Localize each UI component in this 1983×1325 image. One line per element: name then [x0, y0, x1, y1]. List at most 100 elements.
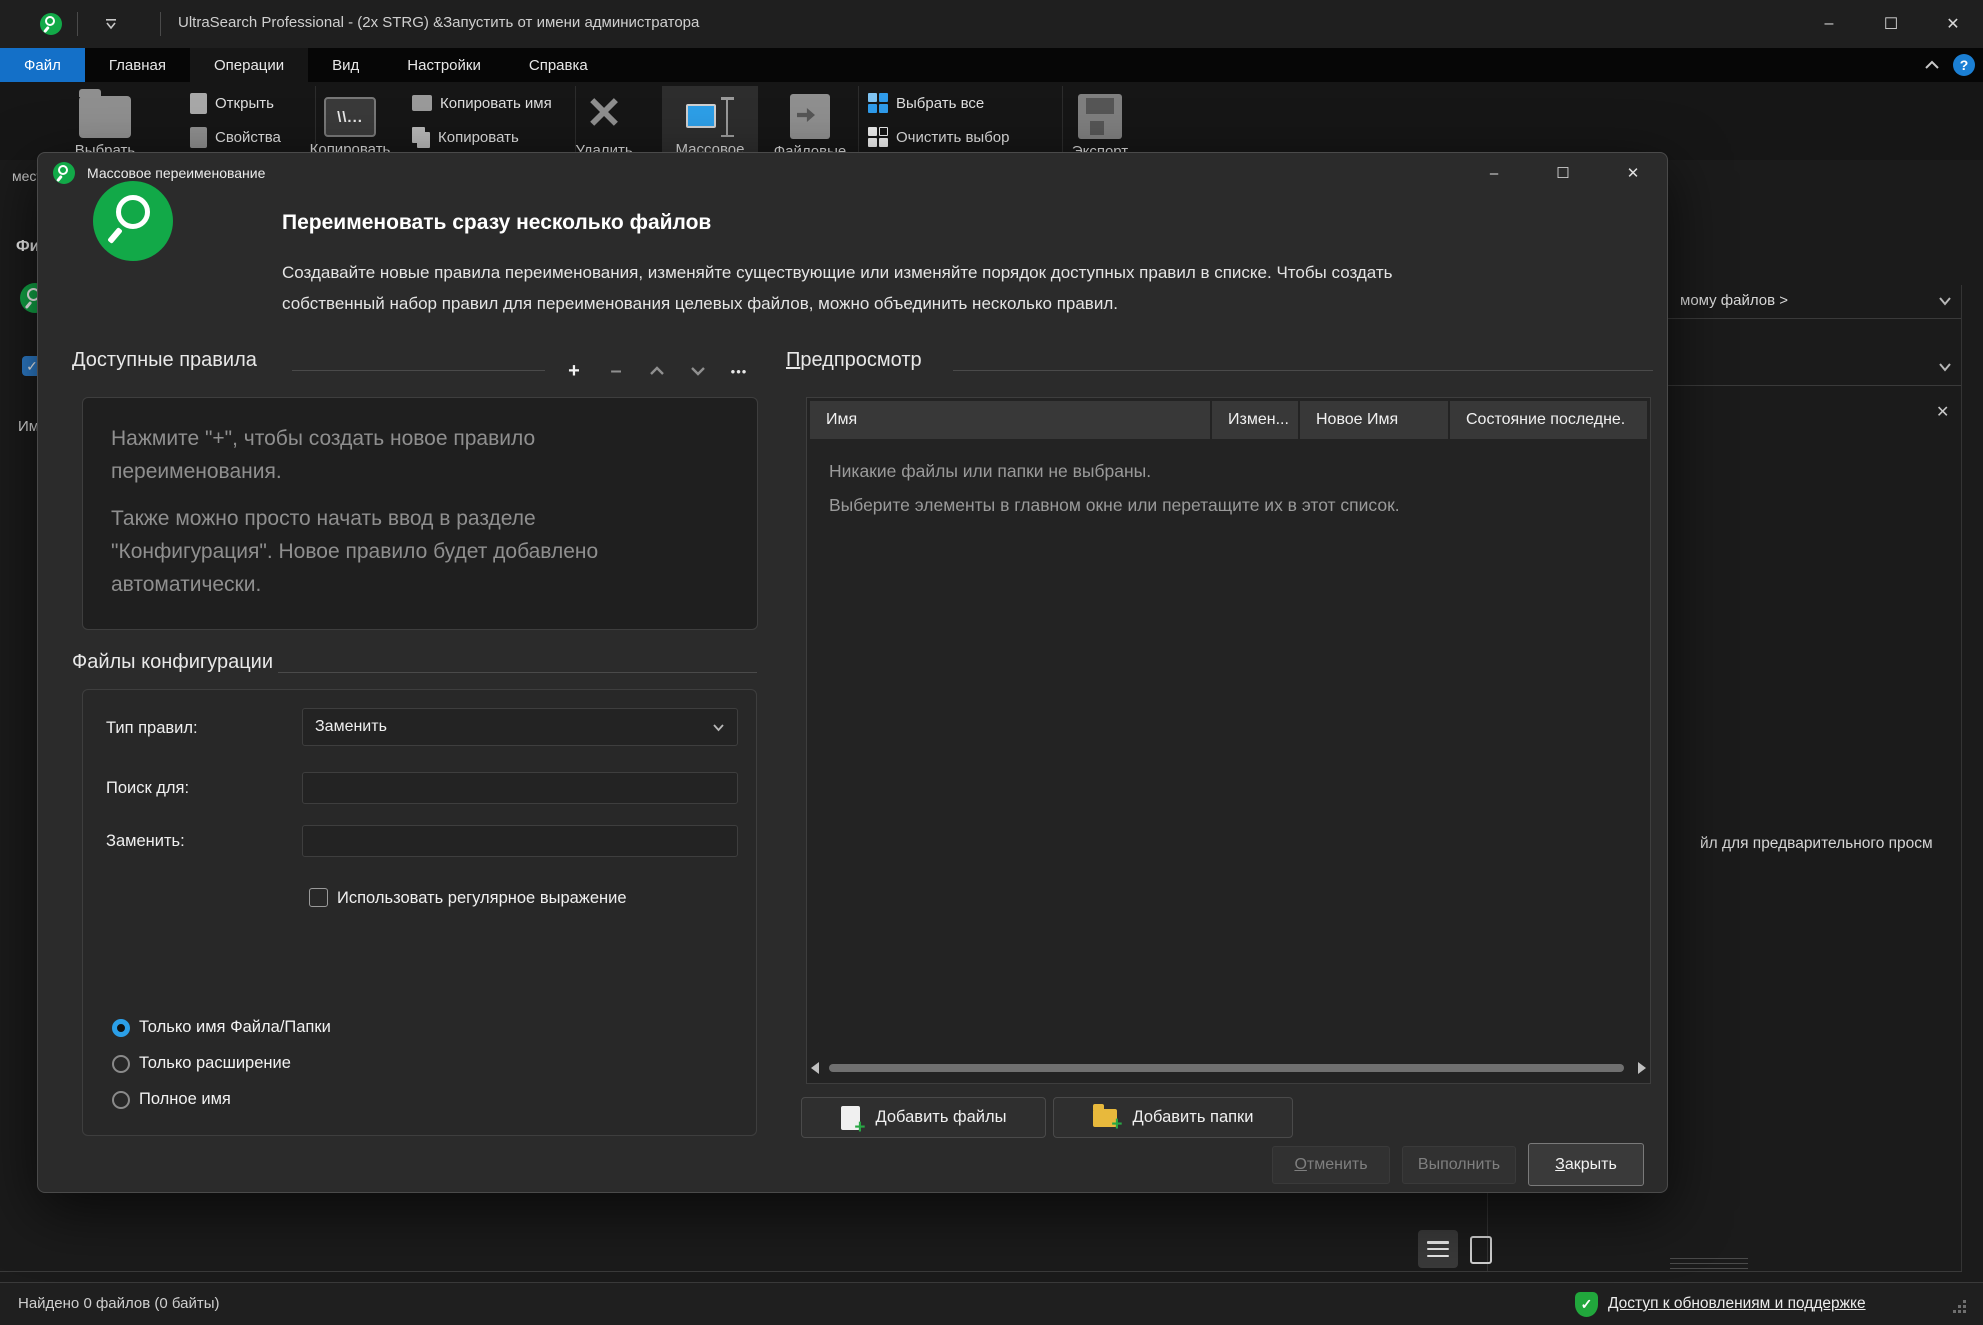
search-for-input[interactable]	[302, 772, 738, 804]
column-header-last-status[interactable]: Состояние последне.	[1450, 401, 1647, 439]
replace-label: Заменить:	[106, 832, 185, 851]
ribbon-open-button[interactable]: Открыть	[190, 90, 274, 116]
panel-close-icon[interactable]: ✕	[1936, 402, 1949, 422]
open-file-icon	[190, 93, 207, 114]
export-save-icon	[1078, 94, 1122, 139]
config-box: Тип правил: Заменить Поиск для: Заменить…	[82, 689, 757, 1136]
tab-help[interactable]: Справка	[505, 48, 612, 82]
column-header-modified[interactable]: Измен...	[1212, 401, 1298, 439]
window-minimize-button[interactable]: –	[1800, 0, 1858, 48]
radio-filename-only-label: Только имя Файла/Папки	[139, 1018, 331, 1037]
chevron-up-icon	[649, 366, 665, 376]
radio-full-name-label: Полное имя	[139, 1090, 231, 1109]
preview-hint-text: йл для предварительного просм	[1700, 835, 1933, 853]
help-icon[interactable]: ?	[1953, 54, 1975, 76]
scrollbar-thumb[interactable]	[829, 1064, 1624, 1072]
titlebar-separator	[77, 12, 78, 36]
dialog-description: Создавайте новые правила переименования,…	[282, 257, 1462, 319]
dialog-title: Массовое переименование	[87, 165, 265, 181]
rule-move-up-button[interactable]	[640, 359, 674, 383]
ribbon-select-big-button[interactable]: Выбрать	[57, 86, 153, 160]
scroll-right-icon[interactable]	[1638, 1062, 1646, 1074]
tab-operations[interactable]: Операции	[190, 48, 308, 82]
preview-table: Имя Измен... Новое Имя Состояние последн…	[806, 397, 1651, 1084]
rule-type-select[interactable]: Заменить	[302, 708, 738, 746]
quick-access-dropdown-icon[interactable]	[104, 18, 118, 30]
tab-settings[interactable]: Настройки	[383, 48, 505, 82]
update-shield-icon: ✓	[1575, 1292, 1598, 1317]
resize-grip[interactable]	[1953, 1300, 1967, 1314]
rules-hint-1: Нажмите "+", чтобы создать новое правило…	[111, 422, 677, 488]
radio-full-name[interactable]	[112, 1091, 130, 1109]
dialog-close-button[interactable]: ✕	[1610, 158, 1656, 188]
preview-section-title: Предпросмотр	[786, 349, 922, 372]
scroll-left-icon[interactable]	[811, 1062, 819, 1074]
preview-empty-message: Никакие файлы или папки не выбраны. Выбе…	[829, 454, 1400, 522]
regex-checkbox[interactable]	[309, 888, 328, 907]
ribbon-mass-rename-big-button[interactable]: Массовое	[662, 86, 758, 160]
update-support-link[interactable]: Доступ к обновлениям и поддержке	[1608, 1295, 1866, 1313]
copy-name-icon	[412, 95, 432, 111]
add-file-icon: +	[841, 1106, 860, 1130]
rules-section-title: Доступные правила	[72, 349, 257, 372]
tab-home[interactable]: Главная	[85, 48, 190, 82]
collapse-ribbon-icon[interactable]	[1923, 59, 1941, 71]
delete-icon: ✕	[586, 90, 623, 138]
add-folders-button[interactable]: + Добавить папки	[1053, 1097, 1293, 1138]
ribbon-properties-button[interactable]: Свойства	[190, 124, 281, 150]
preview-pane-toggle-icon[interactable]	[1470, 1236, 1492, 1264]
ribbon-file-operations-big-button[interactable]: Файловые	[762, 86, 858, 160]
ribbon-copy-path-big-button[interactable]: \\... Копировать	[302, 86, 398, 160]
chevron-down-icon[interactable]	[1938, 362, 1952, 372]
dialog-hero-icon	[93, 181, 173, 261]
replace-input[interactable]	[302, 825, 738, 857]
ribbon-delete-big-button[interactable]: ✕ Удалить	[556, 86, 652, 160]
app-logo-icon	[40, 13, 62, 35]
cancel-button[interactable]: Отменить	[1272, 1146, 1390, 1184]
add-folder-icon: +	[1093, 1109, 1117, 1127]
list-view-toggle[interactable]	[1418, 1230, 1458, 1268]
dialog-titlebar: Массовое переименование	[53, 162, 265, 184]
tab-view[interactable]: Вид	[308, 48, 383, 82]
window-close-button[interactable]: ✕	[1924, 0, 1982, 48]
rule-type-label: Тип правил:	[106, 719, 198, 738]
mass-rename-dialog: Массовое переименование – ☐ ✕ Переименов…	[37, 152, 1668, 1193]
ribbon-select-all-button[interactable]: Выбрать все	[868, 90, 984, 116]
copy-path-icon: \\...	[324, 97, 376, 137]
status-found-text: Найдено 0 файлов (0 байты)	[18, 1295, 220, 1312]
rule-remove-button[interactable]: –	[599, 359, 633, 383]
rule-more-button[interactable]: •••	[722, 359, 756, 383]
window-titlebar: UltraSearch Professional - (2x STRG) &За…	[0, 0, 1983, 48]
close-button[interactable]: Закрыть	[1528, 1143, 1644, 1186]
window-maximize-button[interactable]: ☐	[1862, 0, 1920, 48]
horizontal-scrollbar[interactable]	[811, 1059, 1646, 1077]
run-button[interactable]: Выполнить	[1402, 1146, 1516, 1184]
ribbon-copy-button[interactable]: Копировать	[412, 124, 519, 150]
rule-add-button[interactable]: +	[557, 359, 591, 383]
tab-file[interactable]: Файл	[0, 48, 85, 82]
rule-move-down-button[interactable]	[681, 359, 715, 383]
dialog-minimize-button[interactable]: –	[1471, 158, 1517, 188]
column-header-new-name[interactable]: Новое Имя	[1300, 401, 1448, 439]
ribbon: Выбрать Открыть Свойства \\... Копироват…	[0, 82, 1983, 160]
dialog-app-icon	[53, 162, 75, 184]
chevron-down-icon[interactable]	[1938, 296, 1952, 306]
ribbon-export-big-button[interactable]: Экспорт	[1052, 86, 1148, 160]
file-operations-icon	[790, 94, 830, 139]
statusbar: Найдено 0 файлов (0 байты) ✓ Доступ к об…	[0, 1282, 1983, 1325]
column-header-name[interactable]: Имя	[810, 401, 1210, 439]
background-group-dropdown[interactable]: мому файлов >	[1680, 292, 1788, 309]
ribbon-clear-selection-button[interactable]: Очистить выбор	[868, 124, 1010, 150]
rules-list-empty[interactable]: Нажмите "+", чтобы создать новое правило…	[82, 397, 758, 630]
dialog-maximize-button[interactable]: ☐	[1540, 158, 1586, 188]
radio-filename-only[interactable]	[112, 1019, 130, 1037]
properties-icon	[190, 127, 207, 148]
select-all-icon	[868, 93, 888, 113]
copy-icon	[412, 127, 430, 148]
radio-extension-only[interactable]	[112, 1055, 130, 1073]
ribbon-copy-name-button[interactable]: Копировать имя	[412, 90, 552, 116]
add-files-button[interactable]: + Добавить файлы	[801, 1097, 1046, 1138]
config-section-title: Файлы конфигурации	[72, 651, 273, 674]
list-view-icon	[1427, 1241, 1449, 1257]
regex-label: Использовать регулярное выражение	[337, 889, 627, 908]
